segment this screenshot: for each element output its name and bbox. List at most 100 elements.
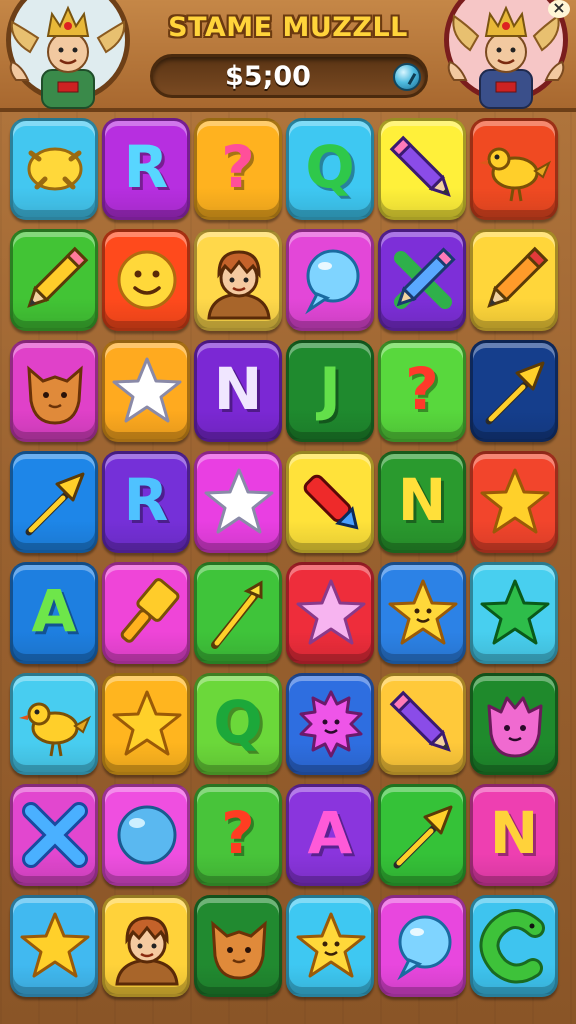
- smiley-icon: [117, 250, 177, 310]
- tile-letter: Q: [305, 133, 355, 201]
- board-tile[interactable]: [470, 673, 558, 775]
- board-tile[interactable]: N: [194, 340, 282, 442]
- player-avatar[interactable]: [2, 0, 134, 112]
- board-tile[interactable]: N: [470, 784, 558, 886]
- arrow-yellow-icon: [393, 805, 453, 869]
- board-tile[interactable]: J: [286, 340, 374, 442]
- lemon-icon: [27, 147, 83, 191]
- board-tile[interactable]: [286, 229, 374, 331]
- board-tile[interactable]: [378, 229, 466, 331]
- board-tile[interactable]: [286, 673, 374, 775]
- board-tile[interactable]: R: [102, 118, 190, 220]
- board-tile[interactable]: [378, 562, 466, 664]
- person-icon: [115, 916, 179, 986]
- board-tile[interactable]: [194, 229, 282, 331]
- pencil-purple-icon: [389, 690, 451, 752]
- star-white-icon: [112, 357, 182, 423]
- board-tile[interactable]: R: [102, 451, 190, 553]
- ball-icon: [117, 805, 177, 865]
- board-tile[interactable]: [102, 562, 190, 664]
- board-tile[interactable]: ?: [194, 118, 282, 220]
- board-tile[interactable]: [470, 895, 558, 997]
- star-smile-icon: [388, 579, 458, 645]
- tile-letter: A: [31, 577, 77, 645]
- bubble-icon: [305, 249, 360, 315]
- game-board: R? Q N J? R N A Q? A N: [8, 114, 570, 1022]
- pencil-yellow-icon: [27, 246, 89, 308]
- cat-icon: [27, 365, 83, 425]
- tile-letter: R: [123, 466, 169, 534]
- board-tile[interactable]: A: [10, 562, 98, 664]
- board-tile[interactable]: [470, 340, 558, 442]
- pencil-orange-icon: [487, 246, 549, 308]
- board-tile[interactable]: [470, 229, 558, 331]
- bird-icon: [19, 702, 92, 757]
- crayon-icon: [303, 474, 359, 530]
- close-icon[interactable]: ×: [548, 0, 570, 18]
- board-tile[interactable]: [286, 562, 374, 664]
- board-tile[interactable]: [470, 562, 558, 664]
- board-tile[interactable]: [194, 451, 282, 553]
- board-tile[interactable]: [10, 673, 98, 775]
- worm-icon: [479, 909, 545, 984]
- board-tile[interactable]: [102, 784, 190, 886]
- board-tile[interactable]: [102, 895, 190, 997]
- board-tile[interactable]: [10, 340, 98, 442]
- board-tile[interactable]: [378, 895, 466, 997]
- tile-letter: ?: [221, 133, 255, 201]
- board-tile[interactable]: [378, 118, 466, 220]
- board-tile[interactable]: [378, 673, 466, 775]
- tile-letter: N: [213, 355, 263, 423]
- board-tile[interactable]: [470, 451, 558, 553]
- bird-icon: [479, 147, 552, 202]
- brush-icon: [120, 578, 180, 643]
- tile-letter: J: [319, 355, 341, 423]
- board-tile[interactable]: [194, 562, 282, 664]
- board-tile[interactable]: ?: [378, 340, 466, 442]
- x-blue-icon: [22, 802, 88, 868]
- board-tile[interactable]: [378, 784, 466, 886]
- bubble-icon: [397, 915, 452, 981]
- star-smile-icon: [296, 912, 366, 978]
- board-tile[interactable]: [10, 784, 98, 886]
- sun-pink-icon: [299, 690, 363, 758]
- board-tile[interactable]: [10, 895, 98, 997]
- star-green-icon: [480, 579, 550, 645]
- game-title: STAME MUZZLL: [168, 12, 408, 43]
- gem-icon[interactable]: [393, 63, 421, 91]
- board-tile[interactable]: ?: [194, 784, 282, 886]
- money-value: $5;00: [225, 61, 311, 92]
- tile-letter: N: [397, 466, 447, 534]
- tile-letter: R: [123, 133, 169, 201]
- tile-letter: ?: [221, 799, 255, 867]
- arrow-yellow-icon: [25, 472, 85, 536]
- blob-pink-icon: [487, 696, 543, 758]
- board-tile[interactable]: [10, 118, 98, 220]
- pencil-purple-icon: [389, 135, 451, 197]
- person-icon: [207, 250, 271, 320]
- top-bar: STAME MUZZLL $5;00 ×: [0, 0, 576, 112]
- king-character-icon: [9, 5, 126, 109]
- board-tile[interactable]: [102, 673, 190, 775]
- board-tile[interactable]: N: [378, 451, 466, 553]
- board-tile[interactable]: [286, 895, 374, 997]
- board-tile[interactable]: Q: [286, 118, 374, 220]
- tile-letter: A: [307, 799, 353, 867]
- board-tile[interactable]: [194, 895, 282, 997]
- star-yellow-icon: [20, 912, 90, 978]
- star-yellow-icon: [480, 468, 550, 534]
- wand-icon: [211, 580, 263, 649]
- star-white-icon: [204, 468, 274, 534]
- star-yellow-icon: [112, 690, 182, 756]
- arrow-yellow-icon: [485, 361, 545, 425]
- board-tile[interactable]: [10, 451, 98, 553]
- board-tile[interactable]: [286, 451, 374, 553]
- board-tile[interactable]: A: [286, 784, 374, 886]
- tile-letter: Q: [213, 688, 263, 756]
- cat-icon: [211, 920, 267, 980]
- board-tile[interactable]: [102, 340, 190, 442]
- board-tile[interactable]: [10, 229, 98, 331]
- board-tile[interactable]: Q: [194, 673, 282, 775]
- board-tile[interactable]: [102, 229, 190, 331]
- board-tile[interactable]: [470, 118, 558, 220]
